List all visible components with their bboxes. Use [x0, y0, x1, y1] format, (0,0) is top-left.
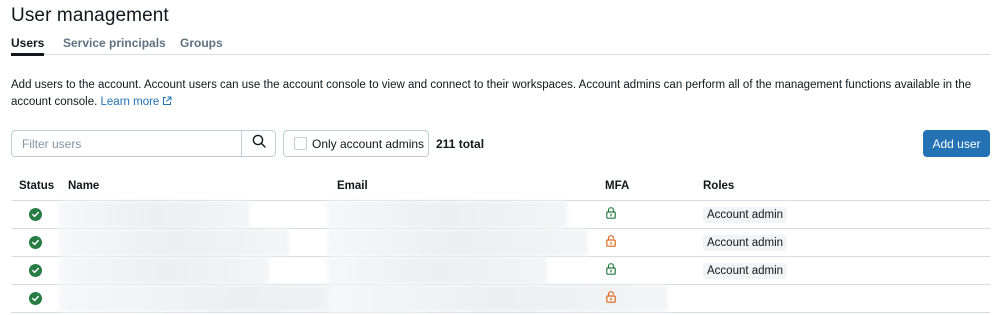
name-cell[interactable]: [59, 257, 269, 284]
add-user-button[interactable]: Add user: [923, 130, 990, 157]
redacted-name: [59, 257, 269, 284]
users-table: Status Name Email MFA Roles Account admi…: [11, 171, 990, 313]
mfa-cell: [605, 229, 617, 256]
redacted-name: [59, 201, 249, 228]
mfa-cell: [605, 285, 617, 312]
name-cell[interactable]: [59, 201, 249, 228]
table-header: Status Name Email MFA Roles: [11, 171, 990, 201]
lock-icon: [605, 206, 617, 224]
unlock-icon: [605, 290, 617, 308]
status-cell: [29, 257, 42, 284]
page-title: User management: [11, 5, 169, 26]
column-header-name[interactable]: Name: [68, 180, 99, 192]
status-cell: [29, 229, 42, 256]
roles-cell: Account admin: [703, 257, 788, 284]
total-count: 211 total: [436, 137, 485, 151]
role-badge: Account admin: [703, 206, 788, 223]
column-header-email[interactable]: Email: [337, 180, 368, 192]
role-badge: Account admin: [703, 234, 788, 251]
role-badge: Account admin: [703, 262, 788, 279]
redacted-name: [59, 229, 289, 256]
table-row[interactable]: Account admin: [11, 201, 990, 229]
check-circle-icon: [29, 292, 42, 305]
mfa-cell: [605, 201, 617, 228]
tab-groups[interactable]: Groups: [180, 36, 223, 55]
email-cell: [327, 257, 547, 284]
status-cell: [29, 285, 42, 312]
name-cell[interactable]: [59, 229, 289, 256]
search-button[interactable]: [241, 131, 275, 156]
roles-cell: Account admin: [703, 229, 788, 256]
filter-users-input[interactable]: [12, 131, 241, 156]
only-admins-checkbox[interactable]: [294, 137, 307, 150]
check-circle-icon: [29, 236, 42, 249]
roles-cell: Account admin: [703, 201, 788, 228]
tab-service-principals[interactable]: Service principals: [63, 36, 166, 55]
learn-more-link[interactable]: Learn more: [101, 96, 173, 108]
mfa-cell: [605, 257, 617, 284]
only-admins-label: Only account admins: [312, 136, 425, 151]
column-header-status[interactable]: Status: [19, 180, 54, 192]
only-admins-filter[interactable]: Only account admins: [283, 130, 429, 157]
check-circle-icon: [29, 264, 42, 277]
search-icon: [252, 134, 266, 153]
redacted-email: [327, 201, 567, 228]
column-header-roles[interactable]: Roles: [703, 180, 734, 192]
filter-users-group: [11, 130, 276, 157]
page-description: Add users to the account. Account users …: [11, 77, 986, 112]
external-link-icon: [162, 95, 172, 112]
tab-bar: Users Service principals Groups: [11, 36, 990, 56]
email-cell: [327, 229, 587, 256]
table-row[interactable]: [11, 285, 990, 313]
redacted-email: [327, 229, 587, 256]
column-header-mfa[interactable]: MFA: [605, 180, 629, 192]
table-row[interactable]: Account admin: [11, 229, 990, 257]
redacted-email: [327, 257, 547, 284]
lock-icon: [605, 262, 617, 280]
email-cell: [327, 201, 567, 228]
status-cell: [29, 201, 42, 228]
tab-users[interactable]: Users: [11, 36, 45, 56]
table-row[interactable]: Account admin: [11, 257, 990, 285]
check-circle-icon: [29, 208, 42, 221]
unlock-icon: [605, 234, 617, 252]
